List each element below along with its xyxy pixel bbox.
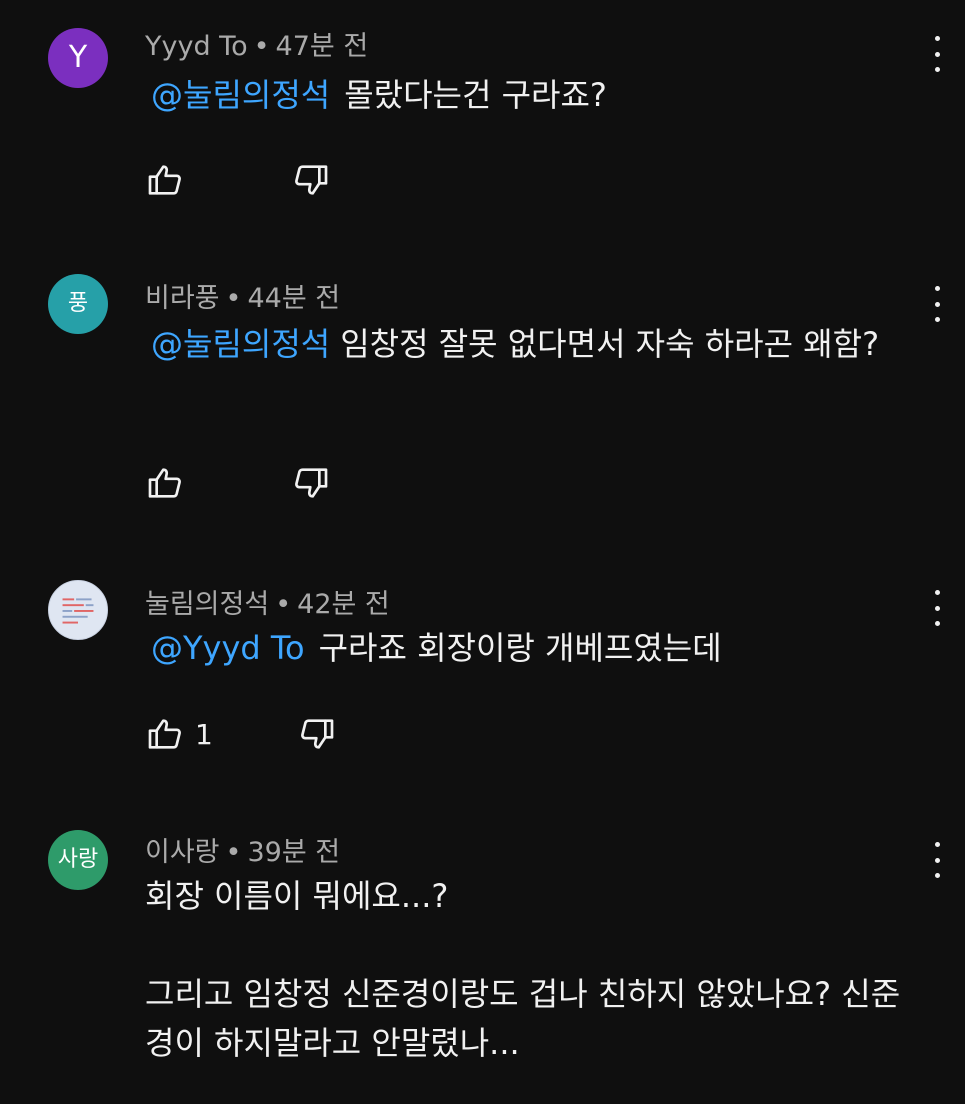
comment-body: 구라죠 회장이랑 개베프였는데 bbox=[318, 629, 722, 667]
comment-meta: Yyyd To • 47분 전 bbox=[145, 24, 368, 63]
comment-meta: 눌림의정석 • 42분 전 bbox=[145, 582, 390, 621]
comment-meta: 비라풍 • 44분 전 bbox=[145, 276, 340, 315]
like-button[interactable]: 1 bbox=[145, 714, 213, 754]
avatar[interactable]: 사랑 bbox=[48, 830, 108, 890]
meta-separator: • bbox=[275, 589, 292, 620]
comment-text: @Yyyd To 구라죠 회장이랑 개베프였는데 bbox=[145, 624, 885, 673]
dislike-button[interactable] bbox=[297, 714, 337, 754]
comment-text: @눌림의정석 몰랐다는건 구라죠? bbox=[145, 71, 885, 120]
dislike-button[interactable] bbox=[291, 160, 331, 200]
comment-text: @눌림의정석 임창정 잘못 없다면서 자숙 하라곤 왜함? bbox=[145, 320, 885, 369]
thumbs-down-icon bbox=[295, 468, 328, 498]
comment-paragraph: 그리고 임창정 신준경이랑도 겁나 친하지 않았나요? 신준경이 하지말라고 안… bbox=[145, 975, 901, 1062]
comment-paragraph: 회장 이름이 뭐에요...? bbox=[145, 877, 449, 915]
author-name[interactable]: 이사랑 bbox=[145, 837, 220, 868]
more-vert-icon[interactable] bbox=[924, 284, 950, 324]
comment-text: 회장 이름이 뭐에요...? 그리고 임창정 신준경이랑도 겁나 친하지 않았나… bbox=[145, 872, 915, 1068]
author-name[interactable]: 비라풍 bbox=[145, 283, 220, 314]
meta-separator: • bbox=[253, 31, 270, 62]
meta-separator: • bbox=[225, 837, 242, 868]
timestamp[interactable]: 47분 전 bbox=[276, 31, 369, 62]
timestamp[interactable]: 39분 전 bbox=[247, 837, 340, 868]
mention-link[interactable]: @눌림의정석 bbox=[151, 325, 330, 363]
timestamp[interactable]: 42분 전 bbox=[297, 589, 390, 620]
like-button[interactable] bbox=[145, 463, 185, 503]
mention-link[interactable]: @눌림의정석 bbox=[151, 76, 330, 114]
mention-link[interactable]: @Yyyd To bbox=[151, 629, 305, 667]
timestamp[interactable]: 44분 전 bbox=[247, 283, 340, 314]
comment-actions bbox=[145, 160, 331, 200]
avatar[interactable]: 풍 bbox=[48, 274, 108, 334]
thumbs-down-icon bbox=[300, 719, 334, 749]
thumbs-up-icon bbox=[148, 468, 181, 498]
meta-separator: • bbox=[225, 283, 242, 314]
comment-actions bbox=[145, 463, 331, 503]
avatar-initial: 풍 bbox=[67, 291, 89, 316]
avatar-initial: Y bbox=[68, 40, 88, 75]
like-count: 1 bbox=[195, 717, 213, 751]
more-vert-icon[interactable] bbox=[924, 840, 950, 880]
dislike-button[interactable] bbox=[291, 463, 331, 503]
more-vert-icon[interactable] bbox=[924, 588, 950, 628]
author-name[interactable]: 눌림의정석 bbox=[145, 589, 269, 620]
comment-actions: 1 bbox=[145, 714, 337, 754]
profile-image-icon bbox=[62, 598, 94, 624]
avatar[interactable] bbox=[48, 580, 108, 640]
like-button[interactable] bbox=[145, 160, 185, 200]
more-vert-icon[interactable] bbox=[924, 34, 950, 74]
author-name[interactable]: Yyyd To bbox=[145, 31, 248, 62]
thumbs-up-icon bbox=[148, 165, 181, 195]
avatar[interactable]: Y bbox=[48, 28, 108, 88]
comment-body: 임창정 잘못 없다면서 자숙 하라곤 왜함? bbox=[340, 325, 880, 363]
comment-meta: 이사랑 • 39분 전 bbox=[145, 830, 340, 869]
comment-body: 몰랐다는건 구라죠? bbox=[344, 76, 607, 114]
thumbs-down-icon bbox=[295, 165, 328, 195]
thumbs-up-icon bbox=[148, 719, 181, 749]
avatar-initial: 사랑 bbox=[57, 847, 99, 872]
